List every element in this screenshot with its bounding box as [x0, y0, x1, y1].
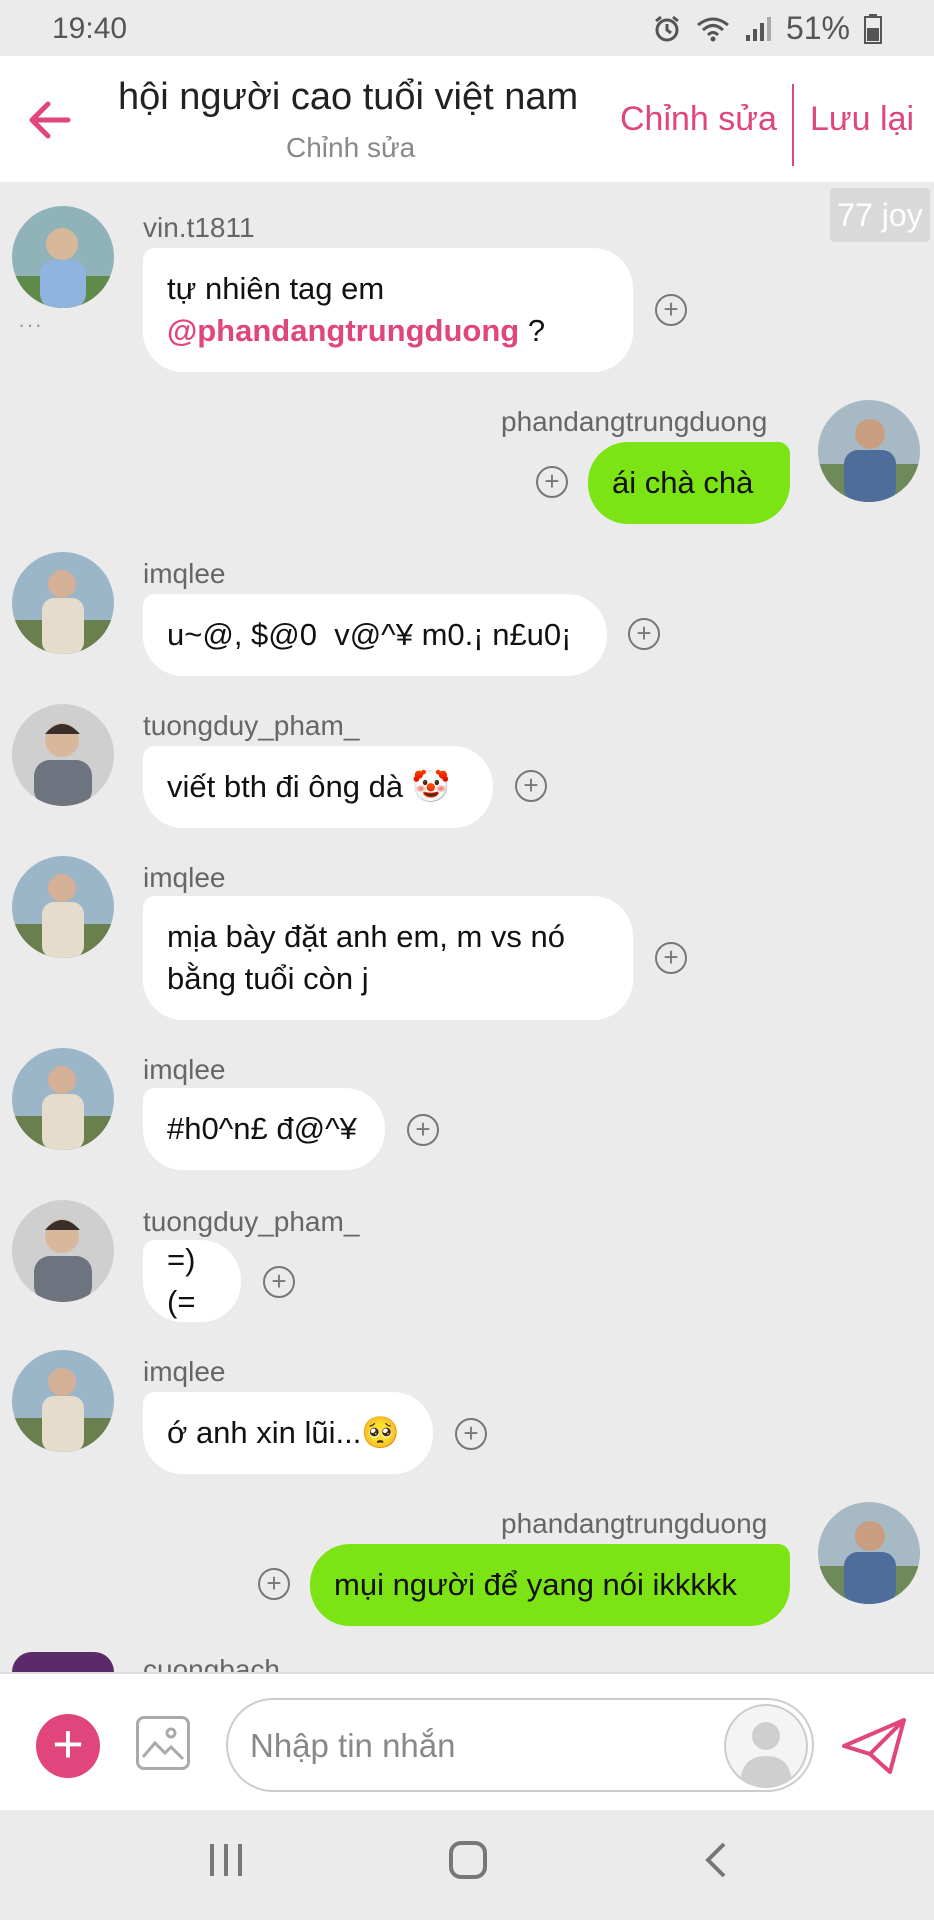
message-text: ái chà chà — [612, 465, 754, 500]
react-plus-icon[interactable]: + — [263, 1266, 295, 1298]
message-username: phandangtrungduong — [501, 1508, 768, 1539]
message-bubble[interactable]: u~@, $@0 v@^¥ m0.¡ n£u0¡ — [143, 594, 607, 676]
signal-icon — [745, 16, 771, 41]
message-text: ? — [519, 313, 546, 348]
message-bubble[interactable]: viết bth đi ông dà 🤡 — [143, 746, 493, 828]
back-arrow-icon[interactable] — [22, 90, 82, 150]
react-plus-icon[interactable]: + — [655, 942, 687, 974]
chat-header: hội người cao tuổi việt nam Chỉnh sửa Ch… — [0, 56, 934, 182]
recent-apps-icon[interactable] — [206, 1840, 246, 1880]
message-username: vin.t1811 — [143, 212, 255, 243]
wifi-icon — [697, 17, 729, 41]
message-bubble[interactable]: mịa bày đặt anh em, m vs nó bằng tuổi cò… — [143, 896, 633, 1020]
message-text: ớ anh xin lũi...🥺 — [167, 1415, 400, 1450]
status-bar: 19:40 51% — [0, 0, 934, 56]
avatar[interactable] — [12, 856, 114, 958]
message-text: mụi người để yang nói ikkkkk — [334, 1567, 737, 1602]
message-text: =)(= — [167, 1242, 196, 1319]
system-nav-bar — [0, 1810, 934, 1920]
avatar[interactable] — [818, 400, 920, 502]
edit-button[interactable]: Chỉnh sửa — [620, 100, 777, 139]
battery-icon — [864, 13, 882, 44]
sticker-avatar-icon[interactable] — [724, 1704, 808, 1788]
message-composer: + — [0, 1672, 934, 1812]
home-icon[interactable] — [448, 1840, 488, 1880]
avatar[interactable] — [12, 1350, 114, 1452]
message-input[interactable] — [248, 1720, 712, 1772]
avatar[interactable] — [12, 552, 114, 654]
message-username: cuongbach — [143, 1654, 281, 1672]
message-bubble[interactable]: tự nhiên tag em @phandangtrungduong ? — [143, 248, 633, 372]
message-bubble[interactable]: =)(= — [143, 1240, 241, 1322]
battery-percent: 51% — [785, 10, 850, 46]
react-plus-icon[interactable]: + — [455, 1418, 487, 1450]
avatar[interactable] — [12, 206, 114, 308]
react-plus-icon[interactable]: + — [258, 1568, 290, 1600]
more-dots: ··· — [18, 312, 43, 337]
add-button[interactable]: + — [36, 1714, 100, 1778]
message-text: viết bth đi ông dà 🤡 — [167, 769, 451, 804]
message-bubble[interactable]: ái chà chà — [588, 442, 790, 524]
react-plus-icon[interactable]: + — [536, 466, 568, 498]
message-text: mịa bày đặt anh em, m vs nó — [167, 919, 566, 954]
message-username: tuongduy_pham_ — [143, 1206, 360, 1237]
message-input-wrapper — [226, 1698, 814, 1792]
react-plus-icon[interactable]: + — [407, 1114, 439, 1146]
message-bubble[interactable]: mụi người để yang nói ikkkkk — [310, 1544, 790, 1626]
message-text: #h0^n£ đ@^¥ — [167, 1111, 357, 1146]
message-bubble[interactable]: #h0^n£ đ@^¥ — [143, 1088, 385, 1170]
back-icon[interactable] — [696, 1840, 736, 1880]
joy-badge: 77 joy — [830, 188, 930, 242]
avatar[interactable] — [12, 1048, 114, 1150]
status-time: 19:40 — [52, 12, 128, 45]
message-text: u~@, $@0 v@^¥ m0.¡ n£u0¡ — [167, 617, 572, 652]
message-bubble[interactable]: ớ anh xin lũi...🥺 — [143, 1392, 433, 1474]
message-username: tuongduy_pham_ — [143, 710, 360, 741]
message-username: imqlee — [143, 558, 226, 589]
send-icon[interactable] — [840, 1716, 908, 1776]
avatar[interactable] — [12, 1652, 114, 1672]
avatar[interactable] — [12, 704, 114, 806]
avatar[interactable] — [12, 1200, 114, 1302]
avatar[interactable] — [818, 1502, 920, 1604]
message-text: bằng tuổi còn j — [167, 961, 369, 996]
group-subtitle: Chỉnh sửa — [286, 132, 416, 163]
message-username: imqlee — [143, 1356, 226, 1387]
message-username: imqlee — [143, 862, 226, 893]
save-button[interactable]: Lưu lại — [810, 100, 914, 139]
message-username: phandangtrungduong — [501, 406, 768, 437]
header-divider — [792, 84, 794, 166]
react-plus-icon[interactable]: + — [655, 294, 687, 326]
image-icon[interactable] — [136, 1716, 190, 1770]
react-plus-icon[interactable]: + — [515, 770, 547, 802]
group-title: hội người cao tuổi việt nam — [118, 76, 579, 118]
react-plus-icon[interactable]: + — [628, 618, 660, 650]
message-text: tự nhiên tag em — [167, 271, 385, 306]
mention-link[interactable]: @phandangtrungduong — [167, 313, 519, 348]
alarm-icon — [655, 15, 679, 41]
message-username: imqlee — [143, 1054, 226, 1085]
